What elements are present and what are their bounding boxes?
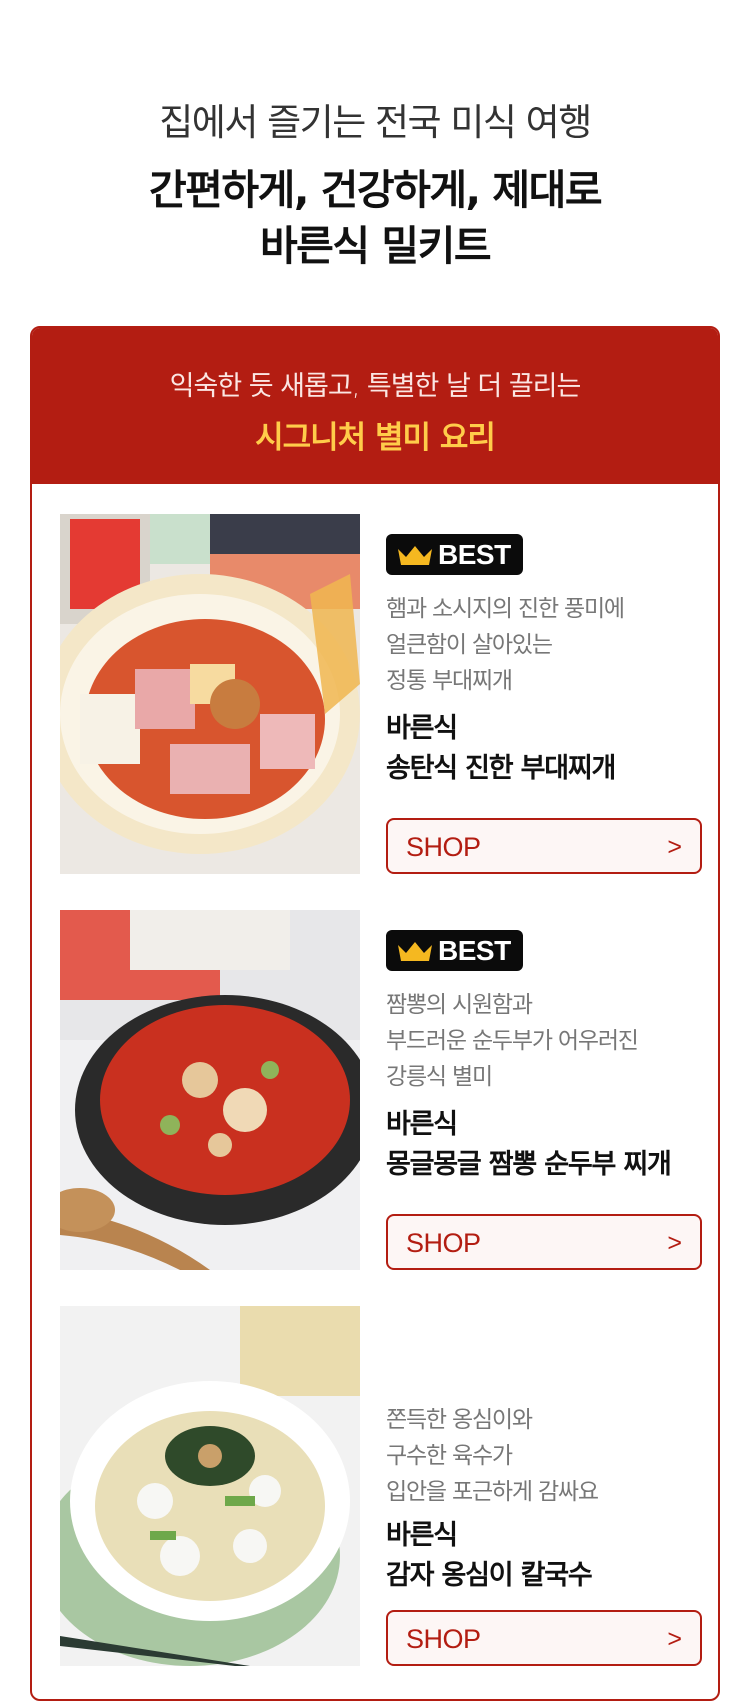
product-brand: 바른식 [386, 713, 458, 744]
chevron-right-icon: > [667, 1229, 682, 1257]
product-name: 바른식 감자 옹심이 칼국수 [386, 1516, 593, 1596]
best-badge: BEST [386, 534, 523, 575]
description-line: 짬뽕의 시원함과 [386, 992, 533, 1018]
product-description: 짬뽕의 시원함과 부드러운 순두부가 어우러진 강릉식 별미 [386, 987, 639, 1095]
shop-button[interactable]: SHOP > [386, 1610, 702, 1666]
product-title: 송탄식 진한 부대찌개 [386, 753, 616, 784]
description-line: 구수한 육수가 [386, 1443, 513, 1469]
best-badge-label: BEST [438, 935, 511, 966]
crown-icon [398, 942, 432, 961]
product-description: 쫀득한 옹심이와 구수한 육수가 입안을 포근하게 감싸요 [386, 1402, 599, 1510]
section-title: 시그니처 별미 요리 [255, 420, 496, 456]
chevron-right-icon: > [667, 833, 682, 861]
product-brand: 바른식 [386, 1109, 458, 1140]
shop-button[interactable]: SHOP > [386, 818, 702, 874]
sundubu-jjigae-photo[interactable] [60, 910, 360, 1270]
signature-menu-card: 익숙한 듯 새롭고, 특별한 날 더 끌리는 시그니처 별미 요리 BEST 햄… [30, 326, 720, 1701]
hero-title-line2: 바른식 밀키트 [259, 222, 492, 270]
product-title: 몽글몽글 짬뽕 순두부 찌개 [386, 1149, 672, 1180]
description-line: 강릉식 별미 [386, 1064, 493, 1090]
product-description: 햄과 소시지의 진한 풍미에 얼큰함이 살아있는 정통 부대찌개 [386, 591, 625, 699]
best-badge: BEST [386, 930, 523, 971]
section-header: 익숙한 듯 새롭고, 특별한 날 더 끌리는 시그니처 별미 요리 [32, 328, 718, 484]
budae-jjigae-photo[interactable] [60, 514, 360, 874]
shop-button-label: SHOP [406, 1228, 481, 1258]
best-badge-label: BEST [438, 539, 511, 570]
crown-icon [398, 546, 432, 565]
product-brand: 바른식 [386, 1520, 458, 1551]
description-line: 얼큰함이 살아있는 [386, 632, 553, 658]
shop-button[interactable]: SHOP > [386, 1214, 702, 1270]
hero-section: 집에서 즐기는 전국 미식 여행 간편하게, 건강하게, 제대로 바른식 밀키트 [0, 0, 750, 326]
description-line: 쫀득한 옹심이와 [386, 1407, 533, 1433]
product-name: 바른식 송탄식 진한 부대찌개 [386, 709, 616, 789]
product-name: 바른식 몽글몽글 짬뽕 순두부 찌개 [386, 1105, 672, 1185]
hero-title-line1: 간편하게, 건강하게, 제대로 [148, 166, 603, 214]
ongsimi-kalguksu-photo[interactable] [60, 1306, 360, 1666]
description-line: 햄과 소시지의 진한 풍미에 [386, 596, 625, 622]
description-line: 정통 부대찌개 [386, 668, 513, 694]
shop-button-label: SHOP [406, 832, 481, 862]
chevron-right-icon: > [667, 1625, 682, 1653]
product-item-sundubu-jjigae: BEST 짬뽕의 시원함과 부드러운 순두부가 어우러진 강릉식 별미 바른식 … [60, 910, 702, 1270]
section-subtitle: 익숙한 듯 새롭고, 특별한 날 더 끌리는 [169, 371, 582, 402]
product-item-ongsimi-kalguksu: 쫀득한 옹심이와 구수한 육수가 입안을 포근하게 감싸요 바른식 감자 옹심이… [60, 1306, 702, 1666]
shop-button-label: SHOP [406, 1624, 481, 1654]
hero-subtitle: 집에서 즐기는 전국 미식 여행 [159, 101, 592, 144]
product-title: 감자 옹심이 칼국수 [386, 1560, 593, 1591]
description-line: 입안을 포근하게 감싸요 [386, 1479, 599, 1505]
product-item-budae-jjigae: BEST 햄과 소시지의 진한 풍미에 얼큰함이 살아있는 정통 부대찌개 바른… [60, 514, 702, 874]
description-line: 부드러운 순두부가 어우러진 [386, 1028, 639, 1054]
